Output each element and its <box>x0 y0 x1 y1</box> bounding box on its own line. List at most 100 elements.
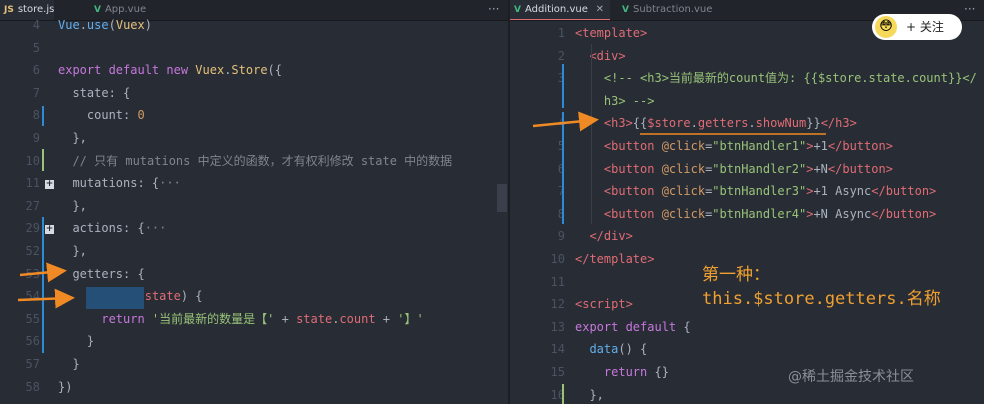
line-number: 57 <box>25 357 40 371</box>
code-token: count: <box>58 108 138 123</box>
line-number: 3 <box>535 67 565 90</box>
code-token: }, <box>58 131 87 145</box>
code-line: 16 }, <box>510 384 984 404</box>
code-text: return '当前最新的数量是【' + state.count + '】' <box>58 308 424 331</box>
code-line: 10 // 只有 mutations 中定义的函数，才有权利修改 state 中… <box>0 150 508 173</box>
line-number: 2 <box>557 48 565 63</box>
code-text: }, <box>575 384 603 404</box>
code-token: state <box>144 289 181 304</box>
tab-addition-vue[interactable]: V Addition.vue ✕ <box>510 0 610 20</box>
code-text: // 只有 mutations 中定义的函数，才有权利修改 state 中的数据 <box>58 150 452 173</box>
gutter-modified-marker <box>562 64 564 108</box>
avatar: 😳 <box>875 16 897 38</box>
code-line: 27 }, <box>0 195 508 218</box>
code-token: getters <box>697 116 749 131</box>
more-actions-icon[interactable]: ··· <box>964 0 975 20</box>
code-token: use <box>86 18 109 32</box>
code-line: 2 <div> <box>510 45 984 68</box>
code-token: return <box>58 311 152 326</box>
code-line: 53 getters: { <box>0 263 508 286</box>
code-token: <template> <box>575 26 648 40</box>
code-token: ) <box>144 18 152 32</box>
line-number: 5 <box>535 135 565 158</box>
code-token: <button <box>575 206 662 221</box>
code-token: {} <box>654 365 669 379</box>
code-token: {{ <box>632 116 648 131</box>
code-token: . <box>79 18 87 32</box>
code-text: <button @click="btnHandler2">+N</button> <box>575 158 893 181</box>
line-number: 9 <box>32 131 40 145</box>
code-token: + <box>375 311 398 326</box>
gutter-added-marker <box>562 384 564 404</box>
code-token: }) <box>58 379 73 394</box>
line-number: 56 <box>25 334 40 349</box>
code-token: () { <box>618 342 648 357</box>
code-token: }, <box>58 198 87 213</box>
code-token: @click <box>661 139 706 153</box>
fold-expand-icon[interactable]: + <box>45 225 54 234</box>
code-line: 8 <button @click="btnHandler4">+N Async<… <box>510 203 984 226</box>
code-token: "btnHandler4" <box>712 206 807 221</box>
code-token: . <box>748 116 756 131</box>
code-token: <button <box>575 184 662 199</box>
code-text: data() { <box>575 338 647 361</box>
code-token: +1 Async <box>813 184 872 199</box>
code-token: actions: { <box>58 221 145 236</box>
code-token: @click <box>661 161 706 176</box>
code-text: h3> --> <box>575 90 655 113</box>
code-token: '】' <box>397 311 424 326</box>
code-token: </button> <box>871 184 937 199</box>
code-token: </button> <box>827 139 893 153</box>
vue-file-icon: V <box>622 5 629 15</box>
code-line: 14 data() { <box>510 338 984 361</box>
code-token: export default new <box>58 63 196 78</box>
gutter-modified-marker <box>562 112 564 224</box>
code-text: <!-- <h3>当前最新的count值为: {{$store.state.co… <box>575 67 977 90</box>
code-text: mutations: {··· <box>58 172 181 195</box>
code-line: 6 <button @click="btnHandler2">+N</butto… <box>510 158 984 181</box>
code-text: <h3>{{$store.getters.showNum}}</h3> <box>575 112 857 135</box>
indent-guide <box>591 44 592 224</box>
code-token: +N <box>813 161 828 176</box>
line-number: 13 <box>550 319 565 334</box>
tab-subtraction-vue[interactable]: V Subtraction.vue <box>618 0 728 20</box>
code-text: </div> <box>575 225 633 248</box>
line-number: 15 <box>550 365 565 379</box>
line-number: 12 <box>550 297 565 312</box>
line-number: 7 <box>32 85 40 100</box>
code-line: 6 export default new Vuex.Store({ <box>0 59 508 82</box>
code-token: ··· <box>159 176 181 191</box>
code-line: 56 } <box>0 330 508 353</box>
line-number: 9 <box>557 229 565 244</box>
code-token: data <box>575 342 619 357</box>
gutter-modified-marker <box>42 217 44 353</box>
code-token: </h3> <box>820 116 857 131</box>
line-number: 52 <box>25 244 40 258</box>
code-text: }) <box>58 376 72 399</box>
close-icon[interactable]: ✕ <box>596 0 604 20</box>
code-token: </button> <box>871 206 937 221</box>
code-token: @click <box>661 184 706 199</box>
code-token: Vue <box>58 18 80 32</box>
vue-file-icon: V <box>514 5 521 15</box>
follow-badge[interactable]: 😳 + 关注 <box>872 14 962 40</box>
line-number: 27 <box>25 198 40 213</box>
code-token: $store <box>647 116 691 131</box>
code-token: '当前最新的数量是【' <box>151 311 282 326</box>
code-token: Store <box>231 63 268 78</box>
code-token: ({ <box>267 63 282 78</box>
line-number: 4 <box>535 112 565 135</box>
left-editor-pane: JS store.js V App.vue ··· 4 Vue.use(Vuex) 5 6… <box>0 0 508 404</box>
follow-button[interactable]: + 关注 <box>906 14 944 40</box>
code-token: h3> --> <box>575 93 655 108</box>
code-token: <script> <box>575 297 633 312</box>
code-token: </div> <box>575 229 633 244</box>
code-token: </button> <box>827 161 893 176</box>
code-token: "btnHandler1" <box>712 139 807 153</box>
code-text: }, <box>58 240 86 263</box>
code-text: Vue.use(Vuex) <box>58 14 152 37</box>
code-line: 9 }, <box>0 127 508 150</box>
code-token: return <box>575 365 655 379</box>
fold-expand-icon[interactable]: + <box>45 180 54 189</box>
code-token: + <box>281 311 297 326</box>
